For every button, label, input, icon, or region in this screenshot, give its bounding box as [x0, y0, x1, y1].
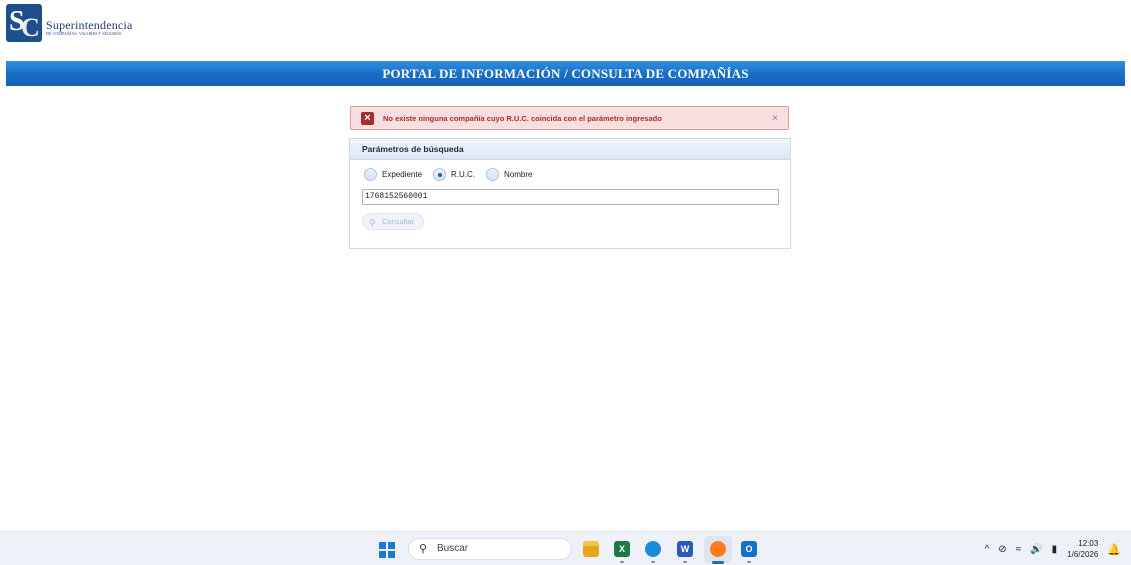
- chevron-up-icon[interactable]: ^: [985, 544, 990, 555]
- error-text: No existe ninguna compañía cuyo R.U.C. c…: [383, 114, 662, 123]
- error-message: × No existe ninguna compañía cuyo R.U.C.…: [350, 106, 789, 130]
- edge-icon[interactable]: [645, 541, 661, 557]
- consultar-button[interactable]: ⚲ Consultar: [362, 213, 424, 230]
- running-indicator: [683, 561, 687, 563]
- radio-expediente[interactable]: Expediente: [364, 168, 422, 181]
- search-panel: Parámetros de búsqueda Expediente R.U.C.…: [349, 138, 791, 249]
- radio-button[interactable]: [364, 168, 377, 181]
- outlook-icon[interactable]: O: [741, 541, 757, 557]
- excel-icon[interactable]: X: [614, 541, 630, 557]
- clock-time: 12:03: [1078, 539, 1099, 548]
- radio-button-selected[interactable]: [433, 168, 447, 181]
- radio-label: Nombre: [504, 170, 533, 179]
- running-indicator: [620, 561, 624, 563]
- radio-button[interactable]: [486, 168, 500, 181]
- radio-ruc[interactable]: R.U.C.: [433, 168, 475, 181]
- firefox-icon[interactable]: [710, 541, 726, 557]
- running-indicator: [651, 561, 655, 563]
- running-indicator: [747, 561, 751, 563]
- search-icon: ⚲: [369, 218, 376, 228]
- logo-mark-icon: SC: [6, 4, 42, 42]
- taskbar: ⚲ Buscar X W O ^ ⊘ ≈ 🔊 ▮ 12:03 1/6/2026 …: [0, 531, 1131, 565]
- page-title: PORTAL DE INFORMACIÓN / CONSULTA DE COMP…: [6, 61, 1125, 86]
- windows-start-icon[interactable]: [379, 542, 395, 558]
- logo-subtitle: DE COMPAÑÍAS, VALORES Y SEGUROS: [46, 31, 122, 36]
- system-tray: ^ ⊘ ≈ 🔊 ▮ 12:03 1/6/2026 🔔: [976, 536, 1121, 562]
- file-explorer-icon[interactable]: [583, 541, 599, 557]
- notification-bell-icon[interactable]: 🔔: [1107, 543, 1121, 556]
- active-indicator: [712, 561, 724, 564]
- wifi-icon[interactable]: ≈: [1016, 544, 1022, 555]
- ruc-input[interactable]: 1768152560001: [362, 189, 779, 205]
- clock-date: 1/6/2026: [1067, 550, 1099, 559]
- search-type-radios: Expediente R.U.C. Nombre: [364, 168, 543, 181]
- taskbar-search[interactable]: ⚲ Buscar: [408, 538, 572, 560]
- search-icon: ⚲: [419, 543, 428, 555]
- radio-label: Expediente: [382, 170, 423, 179]
- clock[interactable]: 12:03 1/6/2026: [1067, 538, 1098, 560]
- panel-title: Parámetros de búsqueda: [350, 139, 790, 160]
- consultar-label: Consultar: [382, 217, 415, 226]
- taskbar-search-placeholder: Buscar: [437, 543, 469, 554]
- word-icon[interactable]: W: [677, 541, 693, 557]
- network-off-icon[interactable]: ⊘: [998, 544, 1006, 555]
- logo-title: Superintendencia: [46, 18, 133, 32]
- logo[interactable]: SC Superintendencia DE COMPAÑÍAS, VALORE…: [6, 4, 133, 42]
- page: SC Superintendencia DE COMPAÑÍAS, VALORE…: [0, 0, 1131, 565]
- volume-icon[interactable]: 🔊: [1030, 544, 1042, 555]
- error-icon: ×: [361, 112, 374, 125]
- battery-icon[interactable]: ▮: [1052, 544, 1058, 555]
- radio-label: R.U.C.: [451, 170, 476, 179]
- radio-nombre[interactable]: Nombre: [486, 168, 532, 181]
- close-icon[interactable]: ×: [772, 113, 778, 124]
